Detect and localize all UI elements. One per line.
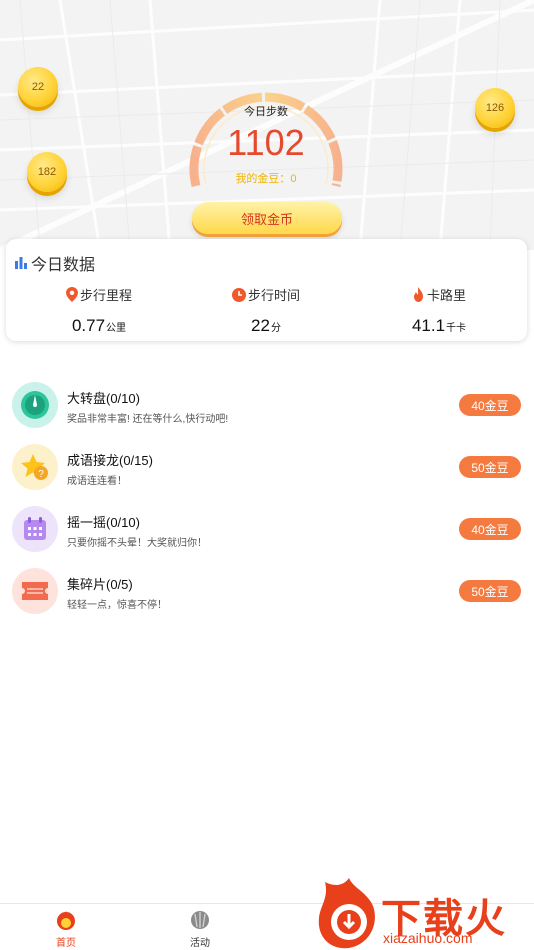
- task-name: 摇一摇(0/10): [67, 515, 140, 530]
- stat-label: 步行里程: [79, 288, 132, 303]
- wheel-icon: [12, 382, 58, 428]
- stat-distance: 步行里程 0.77公里: [24, 285, 174, 336]
- stat-value: 0.77: [71, 316, 106, 335]
- coin-bubble[interactable]: 22: [18, 67, 58, 107]
- coin-value: 182: [37, 166, 57, 178]
- task-desc: 只要你摇不头晕！大奖就归你！: [67, 538, 207, 549]
- task-item-shake[interactable]: 摇一摇(0/10) 只要你摇不头晕！大奖就归你！ 40金豆: [12, 504, 524, 554]
- task-desc: 成语连连看！: [67, 476, 127, 487]
- task-desc: 轻轻一点，惊喜不停！: [67, 600, 167, 611]
- flame-icon: [412, 287, 425, 302]
- task-desc: 奖品非常丰富! 还在等什么,快行动吧!: [67, 414, 229, 425]
- nav-item-home[interactable]: 首页: [26, 909, 106, 949]
- calendar-icon: [12, 506, 58, 552]
- steps-title: 今日步数: [244, 106, 288, 118]
- home-bird-icon: [26, 909, 106, 931]
- stat-unit: 千卡: [446, 323, 467, 334]
- task-name: 成语接龙(0/15): [67, 453, 153, 468]
- step-ring: 今日步数 1102 我的金豆：0: [180, 66, 352, 216]
- nav-label: 首页: [56, 938, 76, 949]
- steps-count: 1102: [227, 122, 305, 163]
- stat-value: 22: [251, 315, 270, 335]
- reward-button[interactable]: 50金豆: [459, 580, 521, 602]
- task-item-idiom[interactable]: ? 成语接龙(0/15) 成语连连看！ 50金豆: [12, 442, 524, 492]
- svg-text:?: ?: [38, 469, 44, 480]
- reward-button[interactable]: 50金豆: [459, 456, 521, 478]
- ticket-icon: [12, 568, 58, 614]
- flame-logo-icon: [318, 878, 375, 949]
- stat-unit: 公里: [106, 323, 127, 334]
- stat-label: 卡路里: [426, 288, 466, 303]
- coin-value: 126: [485, 102, 505, 114]
- coin-bubble[interactable]: 182: [27, 152, 67, 192]
- nav-label: 活动: [190, 938, 210, 949]
- today-data-header: 今日数据: [14, 253, 96, 274]
- location-pin-icon: [65, 287, 78, 302]
- nav-item-activity[interactable]: 活动: [160, 909, 240, 949]
- beans-balance: 我的金豆：0: [235, 173, 297, 185]
- task-name: 集碎片(0/5): [67, 577, 133, 592]
- coin-bubble[interactable]: 126: [475, 88, 515, 128]
- reward-button[interactable]: 40金豆: [459, 518, 521, 540]
- today-data-card: 今日数据 步行里程 0.77公里 步行时间 22分 卡路里 41.1千卡: [6, 239, 527, 341]
- bar-chart-icon: [14, 254, 28, 273]
- coin-value: 22: [31, 81, 45, 93]
- reward-button[interactable]: 40金豆: [459, 394, 521, 416]
- task-item-wheel[interactable]: 大转盘(0/10) 奖品非常丰富! 还在等什么,快行动吧! 40金豆: [12, 380, 524, 430]
- task-name: 大转盘(0/10): [67, 391, 140, 406]
- stat-value: 41.1: [411, 316, 446, 335]
- task-item-fragments[interactable]: 集碎片(0/5) 轻轻一点，惊喜不停！ 50金豆: [12, 566, 524, 616]
- map-header: 22 182 126 今日步数 1102 我的金豆：0 领取金币: [0, 0, 534, 250]
- star-question-icon: ?: [12, 444, 58, 490]
- clock-icon: [231, 287, 246, 302]
- stat-calories: 卡路里 41.1千卡: [364, 285, 514, 336]
- stat-label: 步行时间: [247, 288, 300, 303]
- watermark-url: xiazaihuo.com: [383, 930, 473, 946]
- activity-shell-icon: [160, 909, 240, 931]
- claim-coins-button[interactable]: 领取金币: [192, 202, 342, 234]
- watermark-logo: 下载火 xiazaihuo.com: [315, 878, 534, 950]
- stat-unit: 分: [270, 322, 281, 334]
- stat-time: 步行时间 22分: [191, 285, 341, 336]
- today-data-title: 今日数据: [31, 257, 96, 274]
